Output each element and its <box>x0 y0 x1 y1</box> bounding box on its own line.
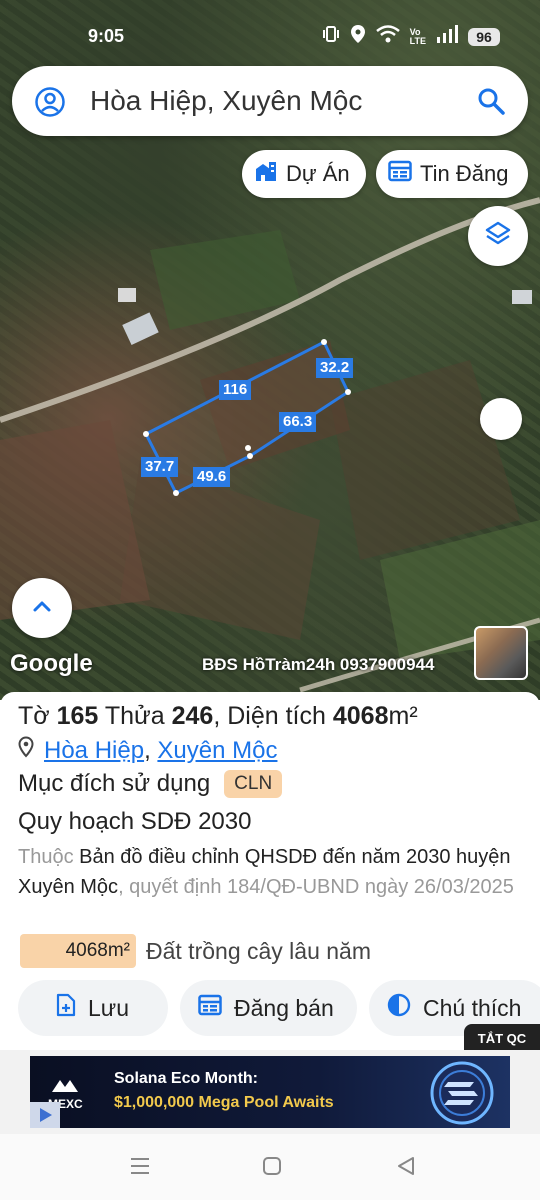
location-pin-icon <box>18 736 34 765</box>
map-watermark: BĐS HồTràm24h 0937900944 <box>202 655 435 674</box>
add-file-icon <box>56 993 76 1023</box>
building-icon <box>254 159 278 189</box>
parcel-info-sheet: Tờ 165 Thửa 246, Diện tích 4068m² Hòa Hi… <box>0 692 540 1052</box>
vibrate-icon <box>322 25 340 48</box>
du-an-label: Dự Án <box>286 161 350 186</box>
system-nav-bar <box>0 1134 540 1200</box>
land-area-badge: 4068m² <box>20 934 136 968</box>
status-bar: 9:05 Vo LTE 96 <box>0 0 540 60</box>
status-time: 9:05 <box>88 26 125 46</box>
search-icon[interactable] <box>476 86 506 121</box>
parcel-number: 246 <box>171 702 214 730</box>
contrast-icon <box>387 993 411 1023</box>
layers-icon <box>484 220 512 253</box>
account-icon[interactable] <box>34 86 66 123</box>
volte-icon: Vo LTE <box>409 26 426 46</box>
search-bar[interactable]: Hòa Hiệp, Xuyên Mộc <box>12 66 528 136</box>
location-icon <box>350 24 366 49</box>
land-type: Đất trồng cây lâu năm <box>146 937 372 964</box>
edge-label: 37.7 <box>141 457 179 477</box>
post-sale-button[interactable]: Đăng bán <box>180 980 357 1036</box>
solana-coin-icon <box>422 1058 502 1128</box>
purpose-code-badge: CLN <box>224 770 283 798</box>
parcel-summary: Tờ 165 Thửa 246, Diện tích 4068m² <box>18 702 418 730</box>
ward-link[interactable]: Hòa Hiệp <box>44 737 144 764</box>
ad-headline: Solana Eco Month: <box>114 1070 258 1087</box>
search-input[interactable]: Hòa Hiệp, Xuyên Mộc <box>90 85 362 117</box>
ad-banner[interactable]: MEXC Solana Eco Month: $1,000,000 Mega P… <box>30 1056 510 1128</box>
map-sheet-number: 165 <box>56 702 99 730</box>
map-view[interactable]: 116 32.2 66.3 37.7 49.6 9:05 Vo LTE 96 H… <box>0 0 540 700</box>
chevron-up-icon <box>32 599 52 618</box>
parcel-location: Hòa Hiệp, Xuyên Mộc <box>18 736 277 765</box>
du-an-chip[interactable]: Dự Án <box>242 150 366 198</box>
parcel-area: 4068 <box>332 702 389 730</box>
battery-indicator: 96 <box>468 27 500 46</box>
ad-area: MEXC Solana Eco Month: $1,000,000 Mega P… <box>0 1050 540 1134</box>
wifi-icon <box>375 25 400 48</box>
land-purpose: Mục đích sử dụng CLN <box>18 770 283 798</box>
tin-dang-chip[interactable]: Tin Đăng <box>376 150 528 198</box>
layers-button[interactable] <box>468 206 528 266</box>
listing-icon <box>198 994 222 1022</box>
ad-choices-icon[interactable] <box>30 1102 60 1128</box>
edge-label: 116 <box>219 380 252 400</box>
streetview-thumbnail[interactable] <box>474 626 528 680</box>
recent-apps-icon[interactable] <box>130 1156 150 1181</box>
save-button[interactable]: Lưu <box>18 980 168 1036</box>
edge-label: 32.2 <box>316 358 354 378</box>
edge-label: 49.6 <box>193 467 231 487</box>
plan-title: Quy hoạch SDĐ 2030 <box>18 808 252 835</box>
close-ad-button[interactable]: TẮT QC <box>464 1024 540 1052</box>
tin-dang-label: Tin Đăng <box>420 161 509 186</box>
signal-icon <box>436 25 458 48</box>
map-control-button[interactable] <box>480 398 522 440</box>
expand-up-button[interactable] <box>12 578 72 638</box>
purpose-label: Mục đích sử dụng <box>18 770 211 797</box>
plan-decision: , quyết định 184/QĐ-UBND ngày 26/03/2025 <box>118 876 514 898</box>
google-logo: Google <box>10 650 93 677</box>
district-link[interactable]: Xuyên Mộc <box>157 737 277 764</box>
plan-description: Thuộc Bản đồ điều chỉnh QHSDĐ đến năm 20… <box>18 846 514 898</box>
back-icon[interactable] <box>396 1156 416 1181</box>
edge-label: 66.3 <box>279 412 317 432</box>
listing-icon <box>388 160 412 188</box>
land-type-row: 4068m² Đất trồng cây lâu năm <box>20 934 371 968</box>
ad-subline: $1,000,000 Mega Pool Awaits <box>114 1094 334 1111</box>
home-icon[interactable] <box>262 1156 282 1181</box>
